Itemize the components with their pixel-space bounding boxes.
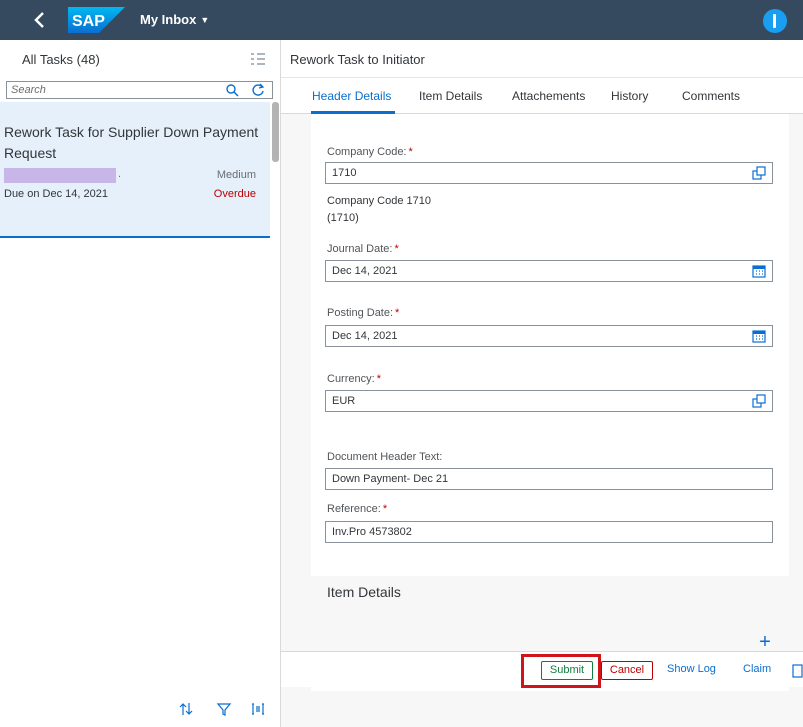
master-header: All Tasks (48) — [0, 40, 280, 78]
tab-attachements[interactable]: Attachements — [512, 89, 585, 103]
doc-header-text-input[interactable]: Down Payment- Dec 21 — [325, 468, 773, 490]
tab-comments[interactable]: Comments — [682, 89, 740, 103]
back-button[interactable] — [28, 8, 52, 32]
posting-date-value: Dec 14, 2021 — [332, 330, 398, 342]
task-title: Rework Task for Supplier Down Payment Re… — [4, 124, 259, 161]
task-priority: Medium — [216, 169, 256, 181]
filter-icon[interactable] — [216, 701, 232, 717]
calendar-icon[interactable] — [752, 264, 766, 278]
sort-icon[interactable] — [178, 701, 194, 717]
submit-button[interactable]: Submit — [541, 661, 593, 680]
shell-bar: SAP My Inbox ▼ — [0, 0, 803, 40]
reference-label: Reference: * — [327, 503, 388, 515]
tab-item-details[interactable]: Item Details — [419, 89, 482, 103]
value-help-icon[interactable] — [752, 166, 766, 180]
back-icon — [34, 12, 44, 28]
task-due-date: Due on Dec 14, 2021 — [4, 188, 108, 200]
currency-label: Currency: * — [327, 373, 381, 385]
master-pane: All Tasks (48) Search Rework Task for Su… — [0, 40, 281, 727]
currency-value: EUR — [332, 395, 356, 407]
search-placeholder: Search — [11, 84, 46, 96]
group-icon[interactable] — [250, 701, 266, 717]
sap-logo-text: SAP — [72, 13, 105, 30]
header-details-form: Company Code: * 1710 Company Code 1710 (1… — [311, 114, 789, 576]
tab-history[interactable]: History — [611, 89, 648, 103]
search-icon[interactable] — [225, 83, 239, 97]
posting-date-input[interactable]: Dec 14, 2021 — [325, 325, 773, 347]
company-code-value: 1710 — [332, 167, 357, 179]
redacted-suffix: . — [118, 168, 122, 180]
reference-input[interactable]: Inv.Pro 4573802 — [325, 521, 773, 543]
journal-date-input[interactable]: Dec 14, 2021 — [325, 260, 773, 282]
journal-date-label: Journal Date: * — [327, 243, 399, 255]
user-avatar[interactable] — [763, 9, 787, 33]
app-title: My Inbox — [140, 12, 197, 27]
cancel-button[interactable]: Cancel — [601, 661, 653, 680]
currency-input[interactable]: EUR — [325, 390, 773, 412]
doc-header-text-value: Down Payment- Dec 21 — [332, 473, 449, 485]
task-status-overdue: Overdue — [213, 188, 256, 200]
search-field[interactable]: Search — [6, 81, 273, 99]
value-help-icon[interactable] — [752, 394, 766, 408]
refresh-icon[interactable] — [251, 83, 265, 97]
redacted-creator — [4, 168, 116, 183]
detail-footer: Submit Cancel Show Log Claim — [281, 651, 803, 688]
detail-title: Rework Task to Initiator — [290, 52, 425, 67]
journal-date-value: Dec 14, 2021 — [332, 265, 398, 277]
company-code-input[interactable]: 1710 — [325, 162, 773, 184]
company-code-id: (1710) — [327, 212, 359, 224]
tab-header-details[interactable]: Header Details — [312, 89, 391, 103]
detail-header: Rework Task to Initiator — [281, 40, 803, 78]
caret-down-icon: ▼ — [200, 15, 210, 25]
item-details-heading: Item Details — [327, 584, 401, 600]
company-code-description: Company Code 1710 — [327, 195, 431, 207]
tab-bar: Header Details Item Details Attachements… — [281, 78, 803, 114]
claim-button[interactable]: Claim — [743, 661, 771, 680]
company-code-label: Company Code: * — [327, 146, 413, 158]
show-log-button[interactable]: Show Log — [667, 661, 716, 680]
reference-value: Inv.Pro 4573802 — [332, 526, 412, 538]
task-count-label: All Tasks (48) — [22, 52, 100, 67]
add-item-icon[interactable]: + — [757, 632, 773, 652]
multi-select-icon[interactable] — [250, 51, 266, 67]
master-footer — [0, 691, 280, 727]
more-icon[interactable] — [792, 664, 803, 678]
sap-logo[interactable]: SAP — [68, 7, 125, 33]
app-title-menu[interactable]: My Inbox ▼ — [140, 12, 209, 27]
calendar-icon[interactable] — [752, 329, 766, 343]
task-list-item[interactable]: Rework Task for Supplier Down Payment Re… — [0, 102, 270, 238]
list-scrollbar[interactable] — [272, 102, 279, 162]
doc-header-text-label: Document Header Text: — [327, 451, 443, 463]
detail-pane: Rework Task to Initiator Header Details … — [281, 40, 803, 727]
posting-date-label: Posting Date: * — [327, 307, 400, 319]
